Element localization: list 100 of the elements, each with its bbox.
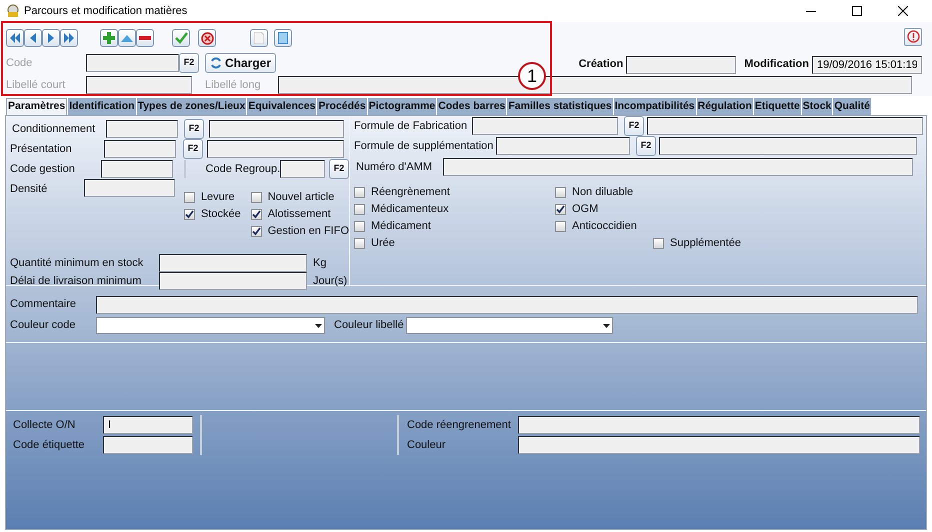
input-field[interactable] [106,120,178,138]
tab[interactable]: Paramètres [6,98,68,115]
color-dropdown[interactable] [406,317,613,334]
checkbox[interactable] [250,192,262,203]
f2-button[interactable]: F2 [329,159,349,179]
input-field[interactable] [472,117,618,135]
checkbox[interactable] [555,204,566,215]
tab[interactable]: Codes barres [437,98,506,115]
alert-icon [906,30,920,44]
maximize-icon [852,6,862,16]
input-field[interactable] [280,160,326,178]
input-field[interactable] [647,117,923,135]
checkbox[interactable] [354,238,365,249]
input-field[interactable] [443,158,913,176]
tab[interactable]: Incompatibilités [614,98,696,115]
minimize-icon [806,10,816,12]
input-field[interactable]: 19/09/2016 15:01:19 [812,56,922,74]
checkbox[interactable] [250,209,262,220]
remove-button[interactable] [136,29,154,47]
f2-button[interactable]: F2 [636,136,656,156]
checkbox[interactable] [354,204,365,215]
checkbox[interactable] [555,221,566,232]
cancel-button[interactable] [198,29,216,47]
tab[interactable]: Régulation [696,98,753,115]
input-field[interactable] [518,436,920,454]
input-field[interactable] [84,179,175,197]
last-arrow-icon [63,32,75,44]
input-field[interactable] [159,272,307,290]
annotation-marker: 1 [518,62,546,90]
checkbox[interactable] [184,192,195,203]
input-field[interactable] [86,76,192,94]
tab[interactable]: Identification [68,98,136,115]
field-label: Kg [313,256,326,271]
field-label: Collecte O/N [13,418,76,433]
field-label: Commentaire [10,297,78,312]
plus-icon [103,32,115,44]
color-dropdown[interactable] [96,317,325,334]
tab[interactable]: Equivalences [247,98,316,115]
triangle-up-icon [121,34,133,42]
input-field[interactable] [659,137,917,155]
next-record-button[interactable] [42,29,60,47]
app-icon [6,4,20,18]
field-label: Code réengrenement [407,418,512,433]
input-field[interactable] [100,160,173,178]
add-button[interactable] [100,29,118,47]
checkbox[interactable] [653,238,664,249]
input-field[interactable]: I [103,416,193,434]
input-field[interactable] [96,296,918,314]
tab[interactable]: Pictogramme [368,98,436,115]
checkmark-icon [174,32,188,44]
field-label: OGM [572,202,598,218]
field-label: Modification [744,57,809,72]
first-arrow-icon [9,32,21,44]
f2-button[interactable]: F2 [184,119,204,139]
field-label: Création [578,57,624,72]
tab[interactable]: Stock [802,98,832,115]
field-label: Densité [10,182,48,197]
input-field[interactable] [103,436,193,454]
tab[interactable]: Types de zones/Lieux [136,98,246,115]
input-field[interactable] [86,54,179,72]
f2-button[interactable]: F2 [183,139,203,159]
tab[interactable]: Familles statistiques [507,98,613,115]
field-label: Présentation [10,142,73,157]
input-field[interactable] [518,416,920,434]
input-field[interactable] [209,120,344,138]
last-record-button[interactable] [60,29,78,47]
checkmark-icon [556,205,565,214]
validate-button[interactable] [172,29,190,47]
f2-button[interactable]: F2 [624,116,644,136]
document-icon [254,32,264,44]
load-button[interactable]: Charger [205,53,276,73]
notes-button[interactable] [274,29,292,47]
field-label: Délai de livraison minimum [10,274,142,289]
field-label: Formule de Fabrication [354,118,468,134]
field-label: Quantité minimum en stock [10,256,144,271]
first-record-button[interactable] [6,29,24,47]
input-field[interactable] [626,56,736,74]
checkbox[interactable] [354,187,365,198]
input-field[interactable] [104,140,176,158]
checkbox[interactable] [250,226,262,237]
previous-record-button[interactable] [24,29,42,47]
field-label: Réengrènement [371,185,450,200]
field-label: Gestion en FIFO [268,224,349,240]
tab[interactable]: Qualité [833,98,871,115]
dropdown-arrow-icon [602,324,610,328]
input-field[interactable] [496,137,630,155]
alert-button[interactable] [904,28,922,46]
input-field[interactable] [207,140,344,158]
checkbox[interactable] [184,209,195,220]
checkbox[interactable] [354,221,365,232]
checkbox[interactable] [555,187,566,198]
dropdown-arrow-icon [315,324,322,328]
notepad-icon [278,32,288,44]
field-label: Couleur code [10,318,76,334]
tab[interactable]: Procédés [317,98,367,115]
input-field[interactable] [159,254,307,272]
copy-button[interactable] [250,29,268,47]
tab[interactable]: Etiquette [754,98,801,115]
up-button[interactable] [118,29,136,47]
window-title: Parcours et modification matières [24,4,188,19]
